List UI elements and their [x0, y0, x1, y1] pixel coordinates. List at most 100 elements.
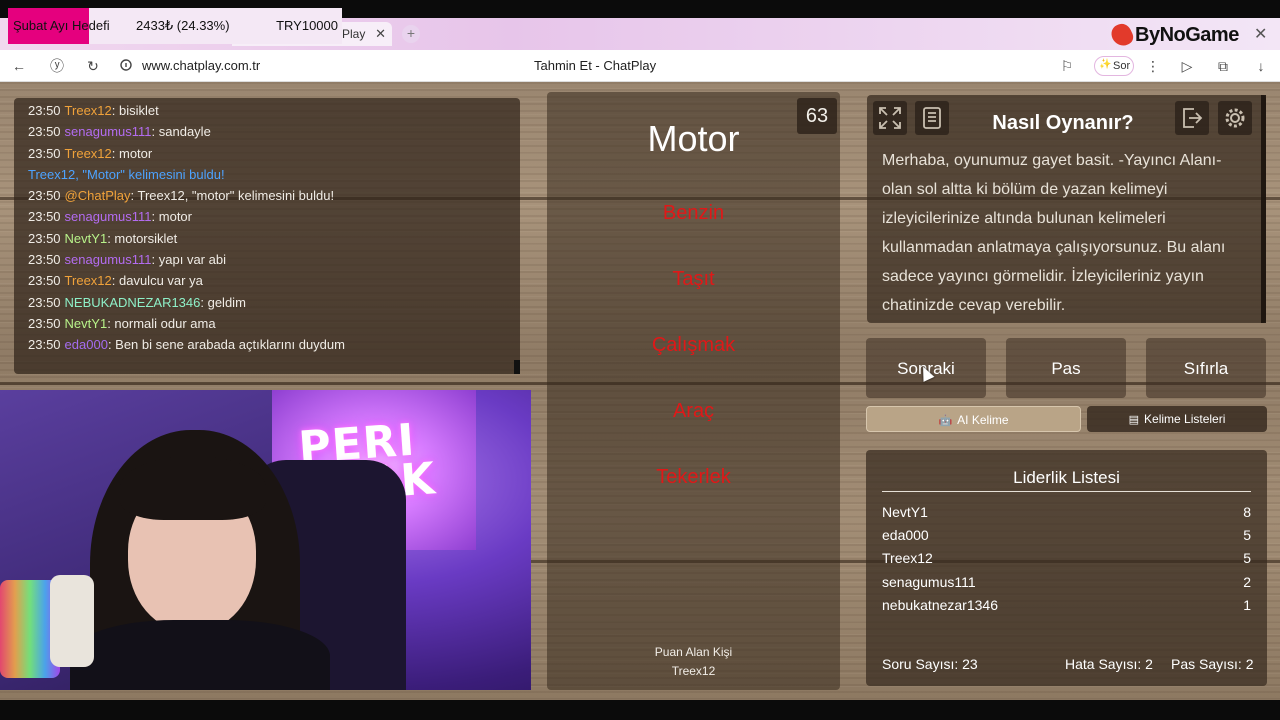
chat-timestamp: 23:50 [28, 209, 61, 225]
chat-username[interactable]: senagumus111 [65, 209, 152, 224]
chat-timestamp: 23:50 [28, 294, 61, 310]
chat-scrollbar[interactable] [514, 360, 520, 374]
fullscreen-icon[interactable] [873, 101, 907, 135]
chat-timestamp: 23:50 [28, 188, 61, 204]
how-to-play-text: Merhaba, oyunumuz gayet basit. -Yayıncı … [882, 152, 1226, 314]
chat-text: : normali odur ama [107, 315, 216, 331]
chat-username[interactable]: @ChatPlay [65, 188, 131, 203]
ai-word-label: AI Kelime [957, 413, 1009, 427]
chat-panel[interactable]: 23:50 Treex12: bisiklet 23:50 senagumus111:… [14, 98, 520, 374]
exit-icon[interactable] [1175, 101, 1209, 135]
pass-button[interactable]: Pas [1006, 338, 1126, 398]
new-tab-icon[interactable]: + [402, 25, 420, 43]
chat-message: 23:50 Treex12: bisiklet [28, 103, 520, 124]
chat-username[interactable]: senagumus111 [65, 252, 152, 267]
chat-timestamp: 23:50 [28, 315, 61, 331]
gear-icon[interactable] [1218, 101, 1252, 135]
chat-username[interactable]: Treex12 [65, 103, 112, 118]
site-info-icon[interactable] [120, 58, 132, 72]
leaderboard-row: Treex12 5 [882, 548, 1251, 568]
collections-icon[interactable]: ⧉ [1214, 57, 1232, 75]
bynogame-logo-icon [1108, 20, 1136, 50]
word-lists-label: Kelime Listeleri [1144, 412, 1226, 426]
taboo-word: Taşıt [672, 268, 715, 290]
leaderboard-player-score: 5 [1243, 550, 1251, 567]
chat-text: : sandayle [151, 124, 211, 140]
media-play-icon[interactable]: ▷ [1178, 57, 1196, 75]
chat-timestamp: 23:50 [28, 145, 61, 161]
streamer-bangs [120, 456, 266, 520]
taboo-word: Benzin [662, 202, 725, 224]
leaderboard-player-name: nebukatnezar1346 [882, 596, 998, 613]
leaderboard-divider [882, 491, 1251, 492]
question-count: Soru Sayısı: 23 [882, 656, 978, 672]
taboo-word: Çalışmak [651, 334, 736, 356]
chat-timestamp: 23:50 [28, 103, 61, 118]
error-count: Hata Sayısı: 2 [1065, 656, 1153, 672]
chat-username[interactable]: NevtY1 [65, 231, 108, 246]
tab-title: Play [342, 27, 366, 41]
more-menu-icon[interactable]: ⋮ [1144, 57, 1162, 75]
scorer-name: Treex12 [671, 664, 716, 678]
chat-text: : Treex12, "motor" kelimesini buldu! [130, 188, 335, 204]
page-title: Tahmin Et - ChatPlay [534, 58, 657, 73]
chat-message: 23:50 eda000: Ben bi sene arabada açtıkla… [28, 337, 520, 358]
chat-username[interactable]: NevtY1 [65, 316, 108, 331]
chat-message: 23:50 senagumus111: yapı var abi [28, 252, 520, 273]
chat-timestamp: 23:50 [28, 273, 61, 289]
chat-message: 23:50 senagumus111: motor [28, 209, 520, 230]
ask-ai-button[interactable]: Sor [1094, 56, 1134, 76]
chat-text: : motor [111, 145, 153, 161]
leaderboard-row: nebukatnezar1346 1 [882, 595, 1251, 615]
back-arrow-icon[interactable]: ← [10, 57, 28, 75]
goal-target: TRY10000 [276, 18, 338, 33]
yandex-home-icon[interactable]: ⓨ [48, 57, 66, 75]
robot-icon: 🤖 [938, 415, 953, 427]
chat-message: 23:50 Treex12: motor [28, 146, 520, 167]
notes-icon[interactable] [915, 101, 949, 135]
chat-timestamp: 23:50 [28, 337, 61, 353]
chat-username[interactable]: Treex12 [65, 273, 112, 288]
leaderboard-player-name: eda000 [882, 527, 929, 544]
chat-text: : geldim [200, 294, 246, 310]
leaderboard-player-name: senagumus111 [882, 573, 976, 590]
chat-message: 23:50 senagumus111: sandayle [28, 124, 520, 145]
word-card [547, 92, 840, 690]
chat-username[interactable]: Treex12 [65, 146, 112, 161]
leaderboard-row: senagumus111 2 [882, 572, 1251, 592]
leaderboard-row: NevtY1 8 [882, 502, 1251, 522]
chat-username[interactable]: senagumus111 [65, 124, 152, 139]
word-lists-button[interactable]: ▤ Kelime Listeleri [1087, 406, 1267, 432]
how-to-play-scrollbar[interactable] [1261, 95, 1266, 323]
chat-text: : motorsiklet [107, 230, 178, 246]
browser-address-bar: ← ⓨ ↻ www.chatplay.com.tr Tahmin Et - Ch… [0, 50, 1280, 82]
bottom-letterbox [0, 700, 1280, 720]
leaderboard-player-name: Treex12 [882, 550, 933, 567]
how-to-play-title: Nasıl Oynanır? [992, 112, 1134, 134]
chat-username[interactable]: NEBUKADNEZAR1346 [65, 295, 201, 310]
window-close-icon[interactable]: ✕ [1254, 24, 1267, 44]
leaderboard-player-score: 2 [1243, 573, 1251, 590]
chat-username[interactable]: eda000 [65, 337, 108, 352]
microphone [50, 575, 94, 667]
leaderboard-title: Liderlik Listesi [1013, 468, 1120, 487]
list-icon: ▤ [1128, 414, 1140, 426]
bookmark-icon[interactable]: ⚐ [1058, 57, 1076, 75]
tab-close-icon[interactable]: ✕ [375, 26, 386, 42]
chat-message: 23:50 NevtY1: normali odur ama [28, 316, 520, 337]
download-icon[interactable]: ↓ [1252, 57, 1270, 75]
leaderboard-player-name: NevtY1 [882, 504, 928, 520]
ai-word-button[interactable]: 🤖 AI Kelime [866, 406, 1081, 432]
leaderboard-row: eda000 5 [882, 525, 1251, 545]
chat-text: : Ben bi sene arabada açtıklarını duydum [107, 337, 345, 353]
target-word: Motor [647, 118, 740, 159]
pass-count: Pas Sayısı: 2 [1171, 656, 1254, 672]
leaderboard-player-score: 5 [1243, 527, 1251, 544]
reset-button[interactable]: Sıfırla [1146, 338, 1266, 398]
reload-icon[interactable]: ↻ [84, 57, 102, 75]
url-field[interactable]: www.chatplay.com.tr [142, 58, 260, 73]
brand-name: ByNoGame [1135, 23, 1239, 46]
taboo-word: Araç [672, 400, 715, 422]
taboo-word: Tekerlek [656, 466, 731, 488]
chat-timestamp: 23:50 [28, 124, 61, 140]
